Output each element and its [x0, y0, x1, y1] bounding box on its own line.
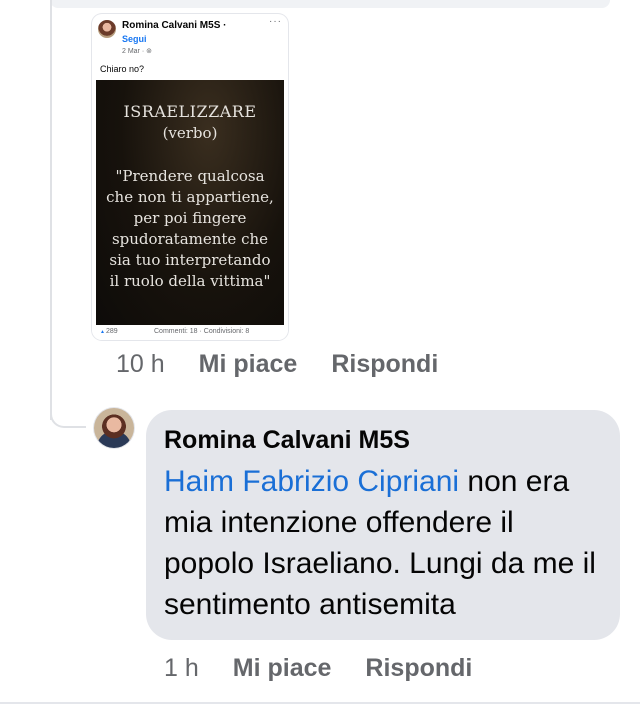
poster-word-type: (verbo) [162, 124, 218, 142]
thread-connector-line [50, 0, 52, 420]
reply-timestamp[interactable]: 1 h [164, 654, 199, 683]
previous-comment-bubble-edge [50, 0, 610, 8]
reply-text: Haim Fabrizio Cipriani non era mia inten… [164, 461, 602, 625]
more-options-icon: ··· [269, 16, 282, 27]
poster-word: ISRAELIZZARE [123, 102, 257, 121]
reply-bubble: Romina Calvani M5S Haim Fabrizio Ciprian… [146, 410, 620, 640]
comments-shares-count: Commenti: 18 · Condivisioni: 8 [154, 328, 250, 335]
author-avatar-small [98, 20, 116, 38]
embedded-post-screenshot[interactable]: Romina Calvani M5S · ··· Segui 2 Mar · ⊚… [92, 14, 288, 340]
reply-like-button[interactable]: Mi piace [233, 654, 332, 683]
reply-reply-button[interactable]: Rispondi [365, 654, 472, 683]
embedded-post-caption: Chiaro no? [100, 64, 145, 74]
embedded-author-name: Romina Calvani M5S · [122, 20, 227, 31]
thread-connector-elbow [50, 394, 86, 428]
embedded-post-date: 2 Mar · ⊚ [122, 48, 152, 55]
like-button[interactable]: Mi piace [199, 350, 298, 379]
reply-button[interactable]: Rispondi [331, 350, 438, 379]
follow-link: Segui [122, 34, 147, 44]
reply-author-name[interactable]: Romina Calvani M5S [164, 426, 602, 455]
comment-actions: 10 h Mi piace Rispondi [116, 350, 438, 379]
poster-definition: "Prendere qualcosa che non ti appartiene… [106, 167, 274, 290]
reply-actions: 1 h Mi piace Rispondi [164, 654, 472, 683]
reply-author-avatar[interactable] [94, 408, 134, 448]
embedded-post-footer: 289 Commenti: 18 · Condivisioni: 8 [92, 325, 288, 340]
reaction-count: 289 [100, 328, 118, 335]
mention-link[interactable]: Haim Fabrizio Cipriani [164, 465, 459, 498]
comment-timestamp[interactable]: 10 h [116, 350, 165, 379]
poster-image: ISRAELIZZARE (verbo) "Prendere qualcosa … [96, 80, 284, 334]
